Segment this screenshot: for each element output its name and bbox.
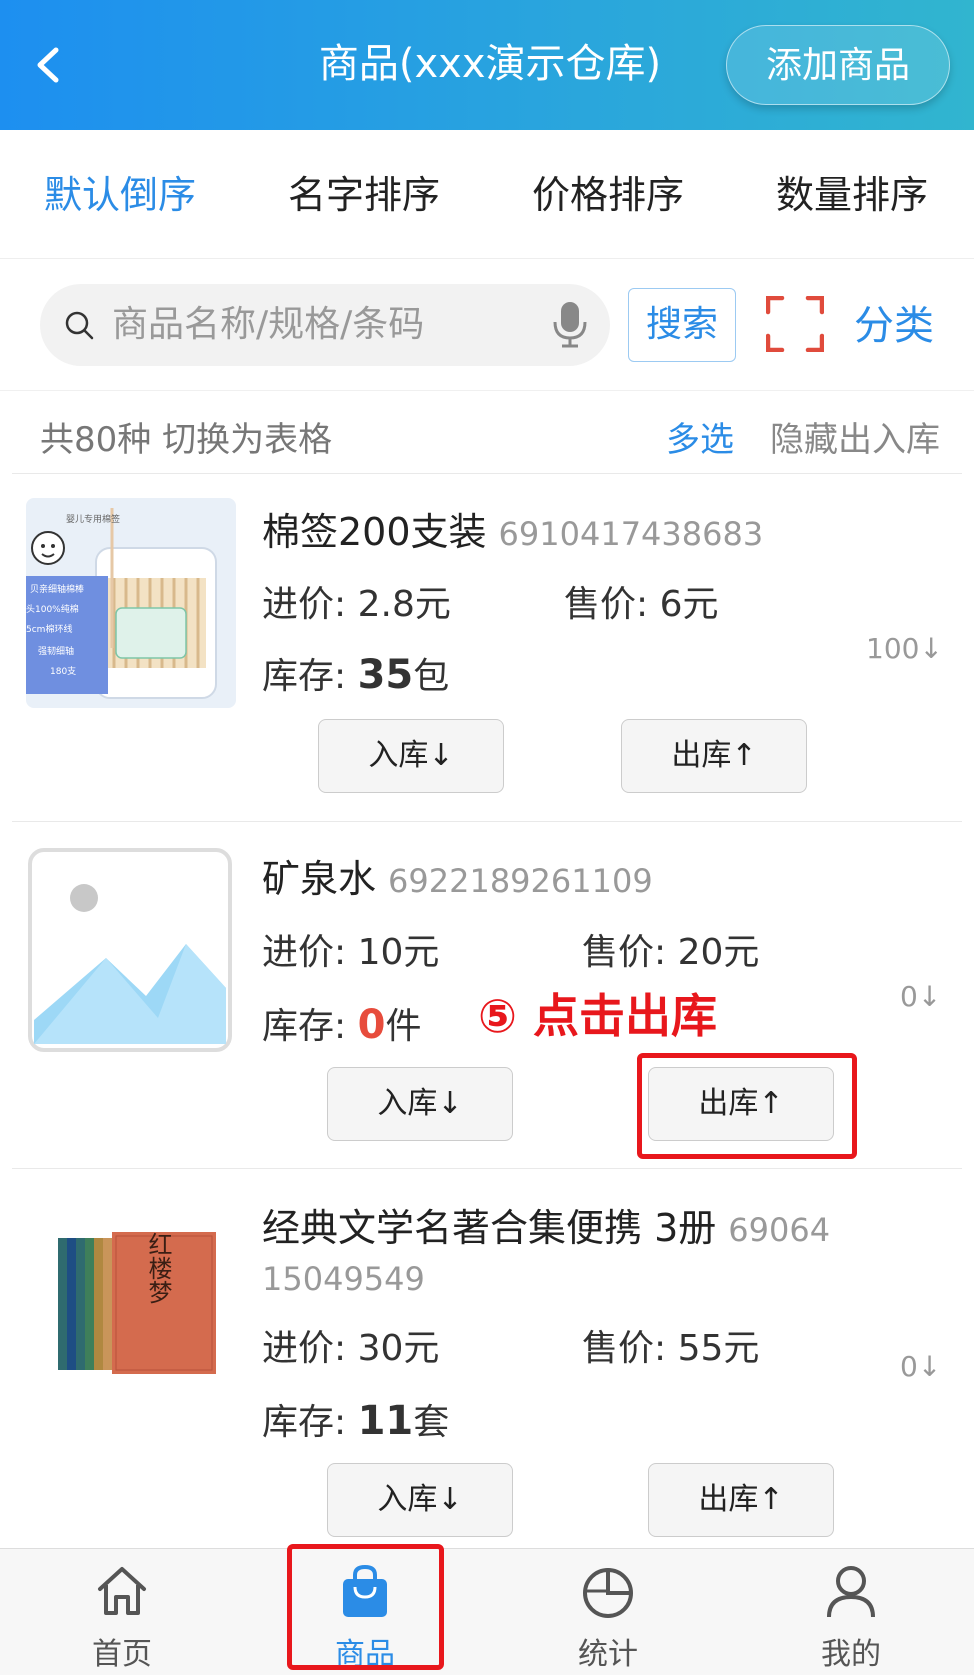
summary-bar: 共80种 切换为表格 多选 隐藏出入库 — [0, 390, 974, 474]
sale-price: 售价: 20元 — [582, 928, 759, 978]
stock-info: 库存: 11套 — [262, 1396, 449, 1448]
sale-price-value: 20元 — [677, 932, 760, 973]
stock-unit: 件 — [385, 1006, 422, 1047]
pie-chart-icon — [580, 1563, 636, 1623]
top-bar: 商品(xxx演示仓库) 添加商品 — [0, 0, 974, 130]
sale-price-value: 55元 — [677, 1328, 760, 1369]
cost-price-label: 进价: — [262, 932, 347, 973]
cost-price: 进价: 10元 — [262, 928, 439, 978]
count-toggle-table[interactable]: 共80种 切换为表格 — [40, 412, 332, 461]
multi-select-link[interactable]: 多选 — [666, 412, 734, 461]
product-barcode: 69064 — [728, 1211, 831, 1249]
cotton-thumb-brand: 婴儿专用棉签 — [66, 513, 120, 525]
stock-in-button[interactable]: 入库↓ — [318, 719, 504, 793]
annotation-highlight-box — [637, 1053, 857, 1159]
product-name[interactable]: 经典文学名著合集便携 3册 69064 — [262, 1203, 830, 1255]
product-barcode-continued: 15049549 — [262, 1260, 425, 1298]
divider — [12, 821, 962, 822]
product-title: 矿泉水 — [262, 857, 377, 901]
image-placeholder-icon — [28, 848, 232, 1056]
sale-price-label: 售价: — [582, 1328, 667, 1369]
quantity-indicator[interactable]: 100↓ — [866, 632, 943, 665]
stock-unit: 套 — [413, 1402, 450, 1443]
home-icon — [94, 1563, 150, 1623]
tab-home[interactable]: 首页 — [42, 1549, 202, 1675]
bottom-tab-bar: 首页 商品 统计 我的 — [0, 1548, 974, 1675]
tab-label: 首页 — [92, 1637, 152, 1672]
sort-bar: 默认倒序 名字排序 价格排序 数量排序 — [0, 130, 974, 259]
sort-default-desc[interactable]: 默认倒序 — [44, 170, 196, 220]
sort-by-name[interactable]: 名字排序 — [288, 170, 440, 220]
stock-out-button[interactable]: 出库↑ — [621, 719, 807, 793]
sale-price: 售价: 55元 — [582, 1324, 759, 1374]
product-image-books: 红楼梦 — [52, 1228, 222, 1382]
cost-price: 进价: 2.8元 — [262, 580, 451, 630]
divider — [12, 1168, 962, 1169]
stock-in-button[interactable]: 入库↓ — [327, 1463, 513, 1537]
user-icon — [823, 1563, 879, 1623]
stock-unit: 包 — [413, 656, 450, 697]
sale-price-label: 售价: — [582, 932, 667, 973]
stock-number: 35 — [357, 652, 414, 698]
tab-label: 我的 — [821, 1637, 881, 1672]
stock-info: 库存: 35包 — [262, 650, 449, 702]
stock-number: 11 — [357, 1398, 414, 1444]
sale-price: 售价: 6元 — [564, 580, 719, 630]
back-icon[interactable] — [30, 40, 70, 90]
search-row: 商品名称/规格/条码 搜索 分类 — [0, 258, 974, 391]
product-name[interactable]: 矿泉水 6922189261109 — [262, 854, 653, 906]
quantity-indicator[interactable]: 0↓ — [900, 1350, 941, 1383]
search-icon — [64, 310, 96, 346]
microphone-icon[interactable] — [550, 300, 590, 354]
product-title: 棉签200支装 — [262, 510, 487, 554]
tab-profile[interactable]: 我的 — [771, 1549, 931, 1675]
annotation-highlight-box — [287, 1544, 444, 1670]
tab-statistics[interactable]: 统计 — [528, 1549, 688, 1675]
stock-out-button[interactable]: 出库↑ — [648, 1463, 834, 1537]
sort-by-price[interactable]: 价格排序 — [532, 170, 684, 220]
product-barcode: 6910417438683 — [498, 515, 764, 553]
cost-price-label: 进价: — [262, 584, 347, 625]
cotton-thumb-line: 强韧细轴 — [38, 645, 74, 657]
cost-price: 进价: 30元 — [262, 1324, 439, 1374]
product-barcode: 6922189261109 — [388, 862, 653, 900]
search-button[interactable]: 搜索 — [628, 288, 736, 362]
sort-by-quantity[interactable]: 数量排序 — [776, 170, 928, 220]
category-link[interactable]: 分类 — [854, 298, 934, 354]
page-title: 商品(xxx演示仓库) — [318, 41, 662, 87]
cost-price-label: 进价: — [262, 1328, 347, 1369]
quantity-indicator[interactable]: 0↓ — [900, 980, 941, 1013]
cost-price-value: 10元 — [357, 932, 440, 973]
stock-number: 0 — [357, 1002, 386, 1048]
scan-icon[interactable] — [765, 295, 825, 356]
add-product-button[interactable]: 添加商品 — [726, 25, 950, 105]
stock-in-button[interactable]: 入库↓ — [327, 1067, 513, 1141]
book-cover-title: 红楼梦 — [144, 1232, 172, 1304]
cotton-thumb-line: 贝亲细轴棉棒 — [30, 583, 84, 595]
stock-label: 库存: — [262, 1402, 347, 1443]
cotton-thumb-line: 5cm棉环线 — [26, 623, 72, 635]
cotton-thumb-line: 180支 — [50, 665, 76, 677]
search-input[interactable]: 商品名称/规格/条码 — [40, 284, 610, 366]
sale-price-value: 6元 — [659, 584, 719, 625]
stock-label: 库存: — [262, 656, 347, 697]
sale-price-label: 售价: — [564, 584, 649, 625]
product-name[interactable]: 棉签200支装 6910417438683 — [262, 507, 763, 559]
annotation-label: ⑤ 点击出库 — [478, 989, 717, 1043]
product-title: 经典文学名著合集便携 3册 — [262, 1206, 717, 1250]
tab-label: 统计 — [578, 1637, 638, 1672]
cost-price-value: 30元 — [357, 1328, 440, 1369]
cotton-thumb-line: 头100%纯棉 — [26, 603, 79, 615]
hide-inout-link[interactable]: 隐藏出入库 — [770, 412, 940, 461]
divider — [12, 473, 962, 474]
search-placeholder: 商品名称/规格/条码 — [112, 304, 425, 345]
cost-price-value: 2.8元 — [357, 584, 451, 625]
stock-label: 库存: — [262, 1006, 347, 1047]
stock-info: 库存: 0件 — [262, 1000, 421, 1052]
product-image-cotton-swabs: 婴儿专用棉签 贝亲细轴棉棒 头100%纯棉 5cm棉环线 强韧细轴 180支 — [26, 498, 236, 712]
